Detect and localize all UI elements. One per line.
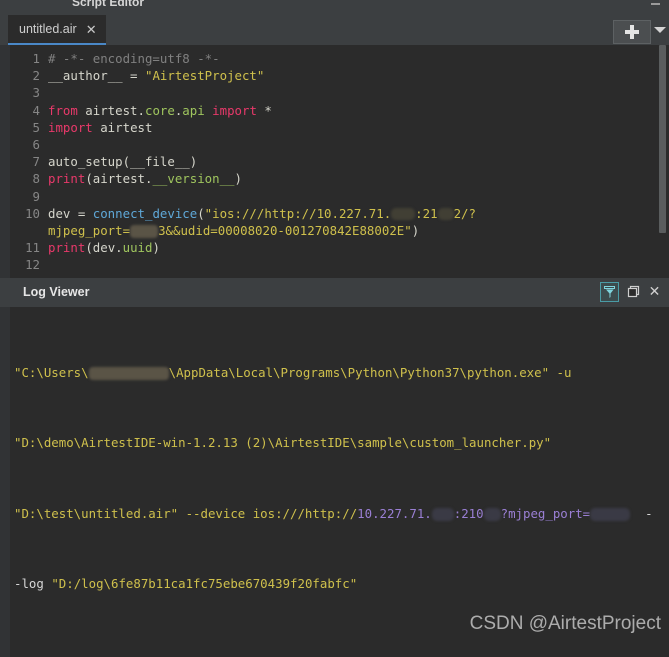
code-line-continuation: mjpeg_port= 3&&udid=00008020-001270842E88… [10,222,476,239]
editor-left-strip [0,45,10,278]
log-output: "C:\Users\ \AppData\Local\Programs\Python… [14,311,665,657]
code-line: 7 auto_setup(__file__) [10,153,476,170]
line-number: 12 [25,257,40,273]
funnel-glyph [604,285,615,298]
log-line: "C:\Users\ \AppData\Local\Programs\Python… [14,364,572,380]
line-number: 3 [32,85,40,101]
code-text: from airtest.core.api import * [48,102,272,118]
window-title-bar: Script Editor [0,0,669,12]
code-line: 11 print(dev.uuid) [10,239,476,256]
filter-funnel-icon[interactable] [600,282,619,302]
tab-label: untitled.air [19,22,77,36]
code-text: __author__ = "AirtestProject" [48,68,265,84]
code-line: 9 [10,188,476,205]
close-icon[interactable]: ✕ [86,23,97,36]
script-editor-window: Script Editor untitled.air ✕ 1 # -*- enco… [0,0,669,657]
code-line: 5 import airtest [10,119,476,136]
code-line: 8 print(airtest.__version__) [10,170,476,187]
code-line: 10 dev = connect_device("ios:///http://10… [10,205,476,222]
line-number: 7 [32,154,40,170]
line-number: 4 [32,102,40,118]
line-number: 6 [32,136,40,152]
code-line: 1 # -*- encoding=utf8 -*- [10,50,476,67]
line-number: 1 [32,51,40,66]
code-line: 12 [10,256,476,273]
plus-icon [625,25,639,39]
redacted-mjpeg-port [590,507,631,521]
code-text: print(airtest.__version__) [48,171,242,187]
log-line: "D:\demo\AirtestIDE-win-1.2.13 (2)\Airte… [14,435,552,451]
watermark: CSDN @AirtestProject [469,613,661,634]
redacted-ip [431,507,454,521]
code-text: dev = connect_device("ios:///http://10.2… [48,205,476,221]
log-viewer-panel: Log Viewer ✕ "C:\Users\ \AppData\Local\Pr… [0,278,669,657]
log-viewer-title: Log Viewer [23,285,90,299]
line-number: 5 [32,119,40,135]
code-line: 6 [10,136,476,153]
tab-bar: untitled.air ✕ [0,12,669,45]
add-script-button[interactable] [613,20,651,44]
redacted-username [88,366,169,380]
code-line: 3 [10,84,476,101]
line-number: 8 [32,171,40,187]
code-text: # -*- encoding=utf8 -*- [48,51,220,66]
line-number: 11 [25,240,40,256]
log-line: -log "D:/log\6fe87b11ca1fc75ebe670439f20… [14,575,358,591]
code-editor[interactable]: 1 # -*- encoding=utf8 -*- 2 __author__ = "… [0,45,669,278]
code-line: 4 from airtest.core.api import * [10,102,476,119]
minimize-icon[interactable] [651,3,660,5]
line-number: 2 [32,68,40,84]
chevron-down-icon[interactable] [654,27,666,33]
editor-scrollbar[interactable] [656,45,669,278]
line-number: 10 [25,205,40,221]
log-line: "D:\test\untitled.air" --device ios:///h… [14,505,653,521]
restore-glyph [627,285,640,298]
log-viewer-header: Log Viewer ✕ [0,278,669,307]
redacted-port [483,507,501,521]
log-blank-line [14,645,665,657]
code-text: auto_setup(__file__) [48,154,198,170]
code-content: 1 # -*- encoding=utf8 -*- 2 __author__ = "… [10,50,476,273]
line-number: 9 [32,188,40,204]
restore-window-icon[interactable] [626,284,641,299]
code-text: import airtest [48,119,153,135]
code-text: mjpeg_port= 3&&udid=00008020-001270842E88… [48,222,420,238]
window-title-text: Script Editor [72,0,145,9]
line-number-blank [10,222,48,239]
close-icon[interactable]: ✕ [647,283,662,299]
scrollbar-thumb[interactable] [659,45,666,233]
code-line: 2 __author__ = "AirtestProject" [10,67,476,84]
code-text: print(dev.uuid) [48,240,160,256]
tab-untitled-air[interactable]: untitled.air ✕ [8,15,106,45]
log-viewer-body[interactable]: "C:\Users\ \AppData\Local\Programs\Python… [0,307,669,657]
log-left-strip [0,307,10,657]
